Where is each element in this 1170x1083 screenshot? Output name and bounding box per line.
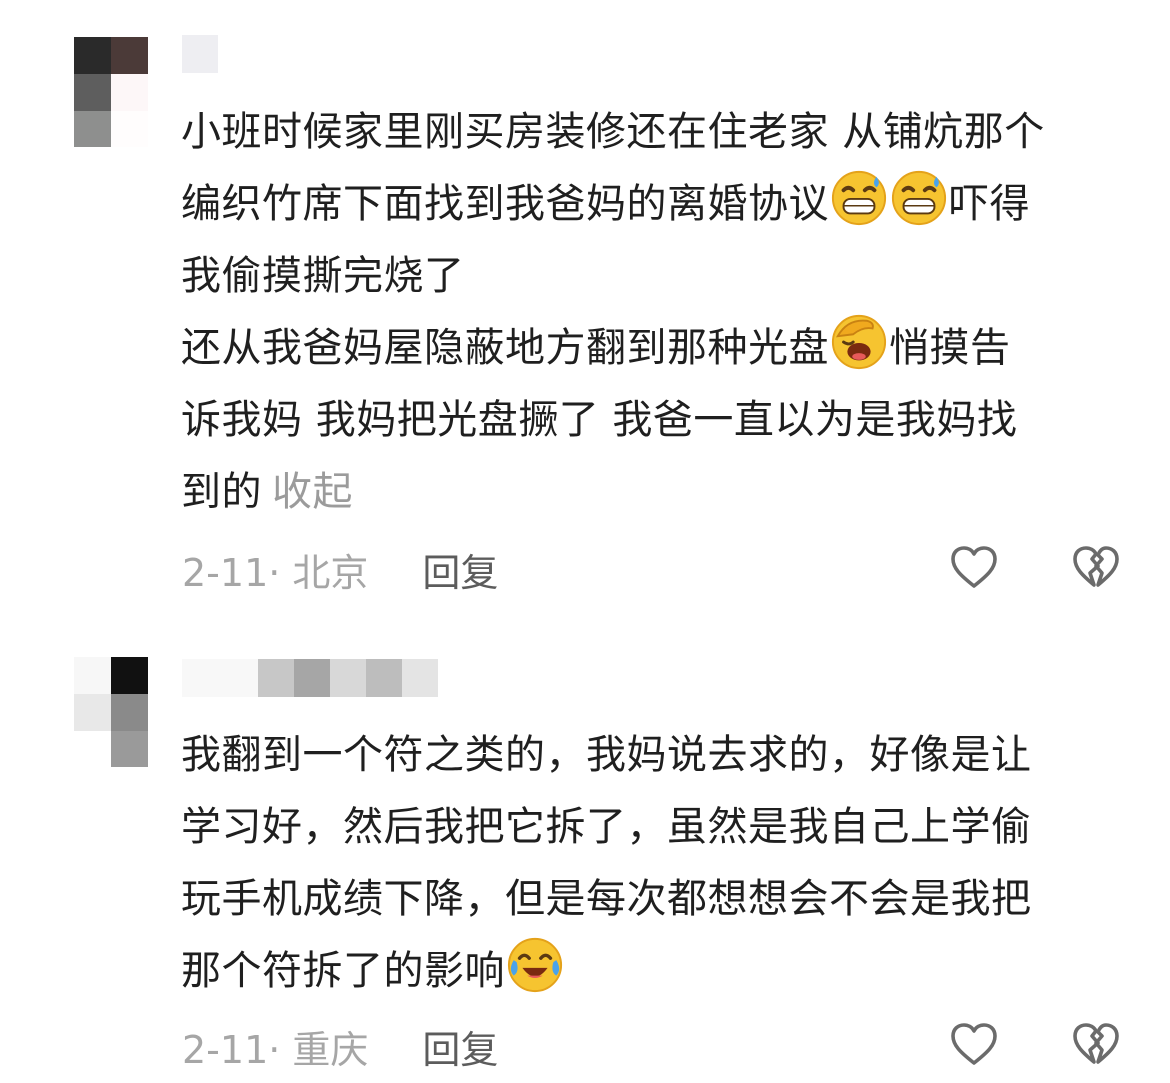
- avatar-tile: [111, 657, 148, 694]
- face-palm-emoji: [831, 314, 887, 370]
- avatar-tile: [74, 731, 111, 767]
- comment-line: 我翻到一个符之类的，我妈说去求的，好像是让: [181, 732, 1032, 778]
- comment-line: 编织竹席下面找到我爸妈的离婚协议: [181, 181, 829, 227]
- username-comment-2[interactable]: [182, 659, 438, 697]
- comment-line: 我偷摸撕完烧了: [181, 253, 465, 299]
- username-tile: [258, 659, 294, 697]
- comment-meta-2: 2-11· 重庆 回复: [182, 1019, 498, 1074]
- reply-button[interactable]: 回复: [422, 542, 498, 597]
- avatar-tile: [74, 37, 111, 74]
- collapse-link[interactable]: 收起: [272, 469, 353, 515]
- username-tile: [330, 659, 366, 697]
- avatar-tile: [74, 111, 111, 147]
- broken-heart-icon[interactable]: [1070, 542, 1122, 594]
- date-location: 2-11· 北京: [182, 550, 369, 595]
- username-tile: [182, 659, 258, 697]
- avatar-tile: [111, 694, 148, 731]
- grinning-sweat-emoji: [891, 170, 947, 226]
- comment-line: 吓得: [949, 181, 1030, 227]
- username-comment-1[interactable]: [182, 35, 218, 73]
- avatar-tile: [111, 111, 148, 147]
- comment-body-2: 我翻到一个符之类的，我妈说去求的，好像是让 学习好，然后我把它拆了，虽然是我自己…: [181, 719, 1131, 1007]
- avatar-tile: [74, 74, 111, 111]
- avatar-tile: [111, 74, 148, 111]
- broken-heart-icon[interactable]: [1070, 1019, 1122, 1071]
- avatar-comment-2[interactable]: [74, 657, 148, 767]
- comment-line: 小班时候家里刚买房装修还在住老家 从铺炕那个: [181, 109, 1045, 155]
- comment-meta-1: 2-11· 北京 回复: [182, 542, 498, 597]
- comment-body-1: 小班时候家里刚买房装修还在住老家 从铺炕那个 编织竹席下面找到我爸妈的离婚协议 吓…: [181, 96, 1131, 528]
- comment-line: 还从我爸妈屋隐蔽地方翻到那种光盘: [181, 325, 829, 371]
- avatar-comment-1[interactable]: [74, 37, 148, 147]
- avatar-tile: [111, 731, 148, 767]
- comment-line: 那个符拆了的影响: [181, 948, 505, 994]
- date-location: 2-11· 重庆: [182, 1027, 369, 1072]
- username-tile: [182, 35, 218, 73]
- avatar-tile: [111, 37, 148, 74]
- comment-line: 玩手机成绩下降，但是每次都想想会不会是我把: [181, 876, 1032, 922]
- avatar-tile: [74, 694, 111, 731]
- grinning-sweat-emoji: [831, 170, 887, 226]
- username-tile: [366, 659, 402, 697]
- comment-line: 学习好，然后我把它拆了，虽然是我自己上学偷: [181, 804, 1032, 850]
- heart-icon[interactable]: [948, 542, 1000, 594]
- heart-icon[interactable]: [948, 1019, 1000, 1071]
- username-tile: [294, 659, 330, 697]
- avatar-tile: [74, 657, 111, 694]
- comment-line: 到的: [181, 469, 262, 515]
- comment-line: 诉我妈 我妈把光盘撅了 我爸一直以为是我妈找: [181, 397, 1018, 443]
- username-tile: [402, 659, 438, 697]
- crying-laughing-emoji: [507, 937, 563, 993]
- reply-button[interactable]: 回复: [422, 1019, 498, 1074]
- comment-line: 悄摸告: [889, 325, 1011, 371]
